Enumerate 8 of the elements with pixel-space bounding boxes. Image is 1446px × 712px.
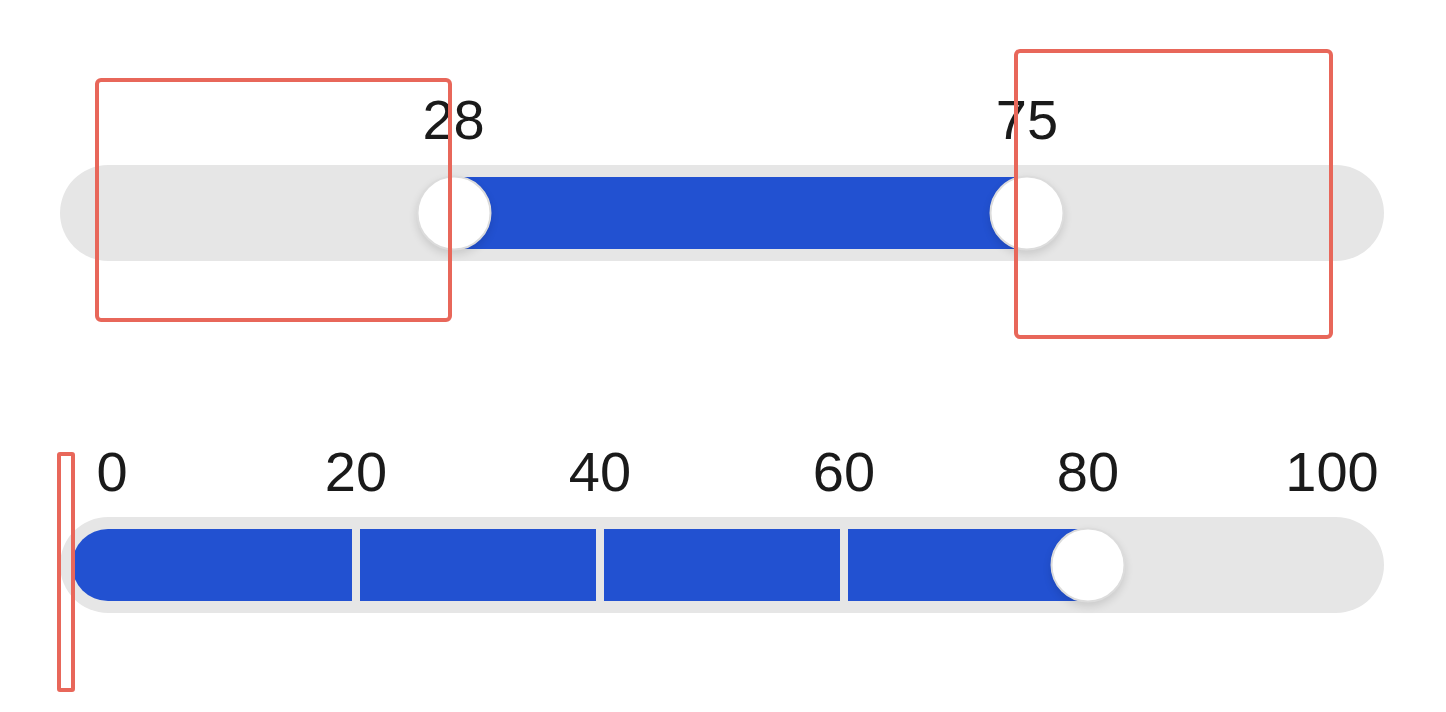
tick-label: 100	[1285, 440, 1379, 504]
tick-label: 20	[324, 440, 388, 504]
tick-label: 0	[96, 440, 128, 504]
slider-track[interactable]	[60, 517, 1384, 613]
tick-label: 40	[568, 440, 632, 504]
tick-label: 60	[812, 440, 876, 504]
tick-label: 80	[1056, 440, 1120, 504]
slider-thumb[interactable]	[1050, 527, 1126, 603]
